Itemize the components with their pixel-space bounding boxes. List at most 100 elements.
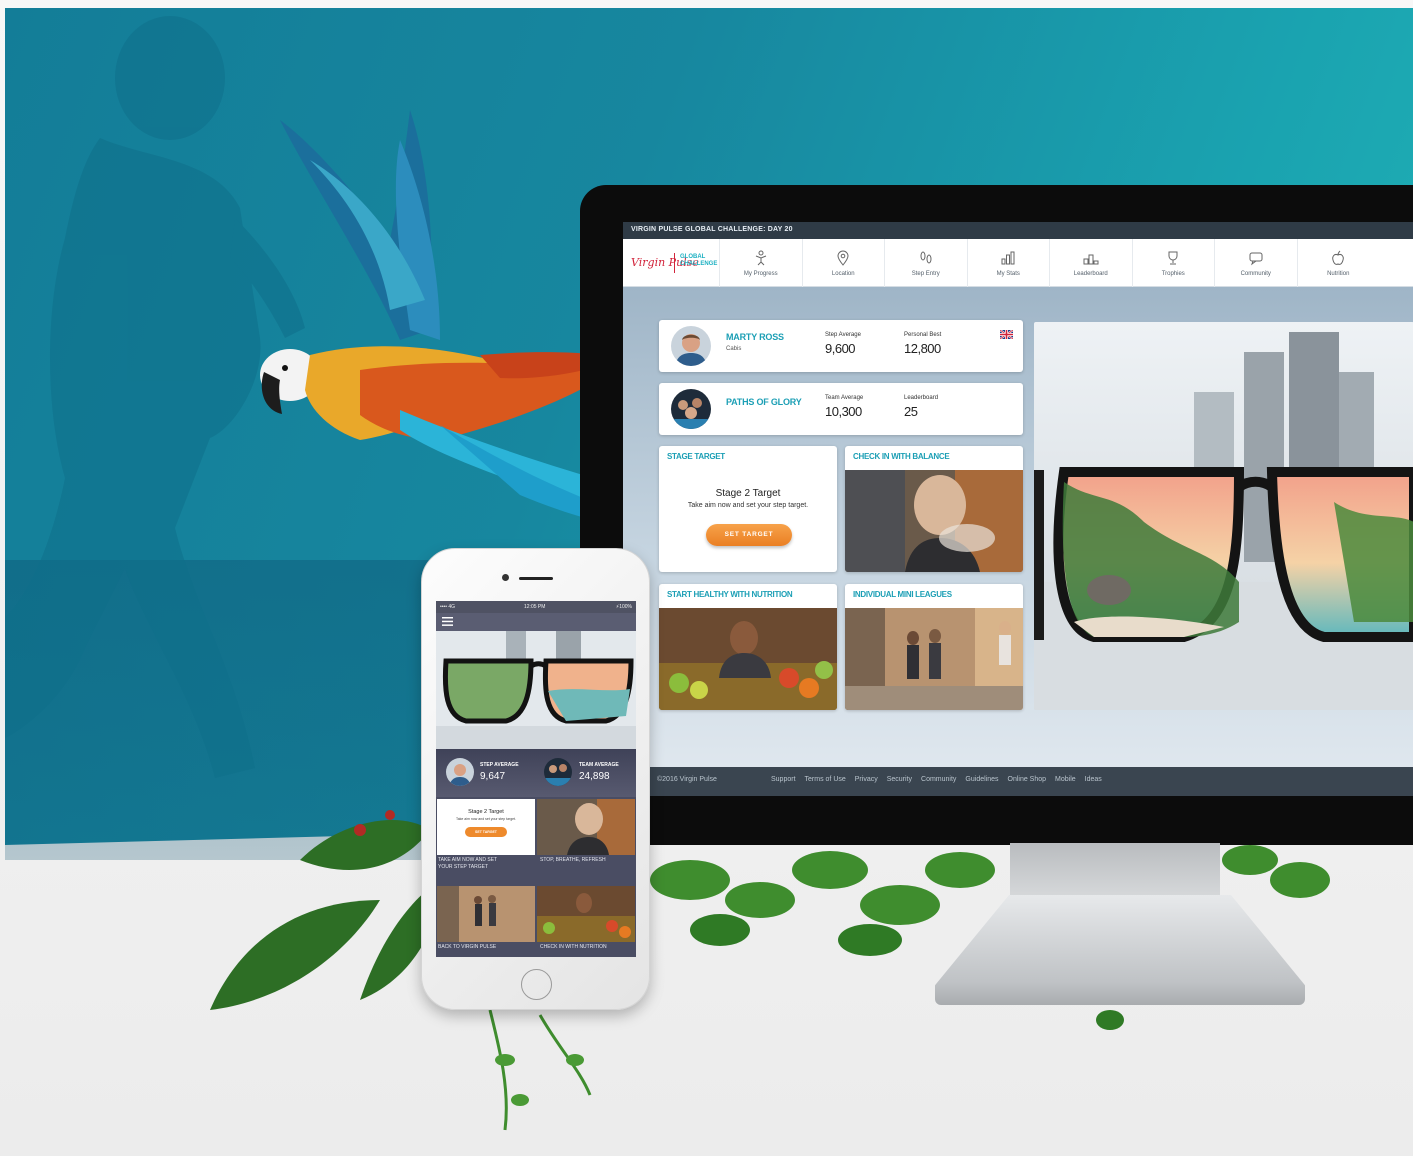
phone-target-subtext: Take aim now and set your step target. [455, 817, 517, 821]
monitor-stand-base [935, 895, 1305, 1005]
phone-caption-breathe: STOP, BREATHE, REFRESH [540, 857, 606, 863]
stage-target-tile: STAGE TARGET Stage 2 Target Take aim now… [659, 446, 837, 572]
phone-step-average-label: STEP AVERAGE [480, 762, 519, 768]
nav-trophies[interactable]: Trophies [1131, 239, 1215, 287]
leaderboard-value: 25 [904, 404, 918, 419]
tile-title: STAGE TARGET [667, 452, 725, 461]
main-navbar: Virgin Pulse GLOBAL CHALLENGE My Progres… [623, 239, 1413, 287]
stage-target-heading: Stage 2 Target [715, 488, 781, 499]
phone-team-average-label: TEAM AVERAGE [579, 762, 619, 768]
nav-label: Location [831, 271, 855, 277]
phone-status-bar: •••• 4G 12:05 PM ⚡100% [436, 601, 636, 613]
chat-bubble-icon [1249, 252, 1263, 266]
logo-line-1: GLOBAL [680, 254, 706, 260]
nav-label: Step Entry [911, 271, 940, 277]
nav-label: Nutrition [1327, 271, 1350, 277]
nav-label: Leaderboard [1073, 271, 1108, 277]
footer-copyright: ©2016 Virgin Pulse [657, 776, 717, 783]
marketing-scene: VIRGIN PULSE GLOBAL CHALLENGE: DAY 20 Vi… [0, 0, 1413, 1156]
stage-target-subtext: Take aim now and set your step target. [687, 502, 809, 509]
footer-link-mobile[interactable]: Mobile [1055, 776, 1076, 783]
trophy-icon [1168, 251, 1178, 265]
home-button[interactable] [521, 969, 552, 1000]
team-avatar [671, 389, 711, 429]
nav-my-stats[interactable]: My Stats [966, 239, 1050, 287]
phone-set-target-button[interactable]: SET TARGET [465, 827, 507, 837]
step-average-label: Step Average [825, 332, 861, 338]
apple-icon [1332, 250, 1344, 265]
front-camera [502, 574, 509, 581]
footer-link-privacy[interactable]: Privacy [855, 776, 878, 783]
logo-line-2: CHALLENGE [680, 261, 718, 267]
profile-card[interactable]: MARTY ROSS Cabis Step Average 9,600 Pers… [659, 320, 1023, 372]
phone-target-heading: Stage 2 Target [468, 809, 504, 815]
brand-logo[interactable]: Virgin Pulse GLOBAL CHALLENGE [631, 253, 717, 275]
tile-title: START HEALTHY WITH NUTRITION [667, 590, 793, 599]
footer-link-community[interactable]: Community [921, 776, 956, 783]
phone-user-avatar [446, 758, 474, 786]
phone-step-average-value: 9,647 [480, 771, 506, 782]
nav-my-progress[interactable]: My Progress [719, 239, 802, 287]
earpiece-speaker [519, 577, 553, 580]
nav-community[interactable]: Community [1214, 239, 1297, 287]
user-avatar [671, 326, 711, 366]
step-average-value: 9,600 [825, 341, 856, 356]
caption-line-2: YOUR STEP TARGET [438, 864, 489, 870]
phone-caption-nutrition: CHECK IN WITH NUTRITION [540, 944, 607, 950]
footer-link-online-shop[interactable]: Online Shop [1008, 776, 1047, 783]
team-average-value: 10,300 [825, 404, 862, 419]
team-average-label: Team Average [825, 395, 864, 401]
phone-caption-back: BACK TO VIRGIN PULSE [438, 944, 497, 950]
footer-links: Support Terms of Use Privacy Security Co… [771, 776, 1111, 783]
leaderboard-label: Leaderboard [904, 395, 939, 401]
balance-tile[interactable]: CHECK IN WITH BALANCE [845, 446, 1023, 572]
nav-step-entry[interactable]: Step Entry [884, 239, 967, 287]
nav-label: Community [1240, 271, 1271, 277]
site-footer: ©2016 Virgin Pulse Support Terms of Use … [623, 767, 1413, 796]
nav-leaderboard[interactable]: Leaderboard [1049, 239, 1132, 287]
dashboard-content: MARTY ROSS Cabis Step Average 9,600 Pers… [623, 287, 1413, 767]
mini-leagues-tile[interactable]: INDIVIDUAL MINI LEAGUES [845, 584, 1023, 710]
signal-indicator: •••• 4G [440, 604, 456, 610]
phone-team-avatar [544, 758, 572, 786]
footer-link-support[interactable]: Support [771, 776, 796, 783]
caption-line-1: TAKE AIM NOW AND SET [438, 857, 498, 863]
user-name: MARTY ROSS [726, 332, 784, 342]
battery-indicator: ⚡100% [615, 604, 632, 610]
tile-title: INDIVIDUAL MINI LEAGUES [853, 590, 952, 599]
status-time: 12:05 PM [524, 604, 546, 610]
hamburger-menu-icon[interactable] [442, 617, 453, 626]
footer-link-terms[interactable]: Terms of Use [805, 776, 846, 783]
phone-stats-strip: STEP AVERAGE 9,647 TEAM AVERAGE 24,898 [436, 749, 636, 797]
nav-label: Trophies [1161, 271, 1185, 277]
phone-glasses-hero [436, 631, 636, 749]
team-card[interactable]: PATHS OF GLORY Team Average 10,300 Leade… [659, 383, 1023, 435]
mini-leagues-photo [845, 608, 1023, 710]
footer-link-guidelines[interactable]: Guidelines [965, 776, 998, 783]
nav-location[interactable]: Location [801, 239, 885, 287]
balance-photo [845, 470, 1023, 572]
phone-running-photo[interactable] [437, 886, 535, 942]
phone-app-header [436, 613, 636, 631]
nav-label: My Progress [743, 271, 778, 277]
phone-breathe-photo[interactable] [537, 799, 635, 855]
phone-nutrition-photo[interactable] [537, 886, 635, 942]
personal-best-label: Personal Best [904, 332, 942, 338]
footer-link-ideas[interactable]: Ideas [1085, 776, 1102, 783]
set-target-button[interactable]: SET TARGET [706, 524, 792, 546]
global-challenge-logo: GLOBAL CHALLENGE [680, 254, 717, 268]
nutrition-tile[interactable]: START HEALTHY WITH NUTRITION [659, 584, 837, 710]
user-subtitle: Cabis [726, 346, 742, 352]
team-name: PATHS OF GLORY [726, 397, 802, 407]
phone-stage-target-card: Stage 2 Target Take aim now and set your… [437, 799, 535, 855]
bar-chart-icon [1001, 251, 1015, 265]
nutrition-photo [659, 608, 837, 710]
tile-title: CHECK IN WITH BALANCE [853, 452, 950, 461]
phone-caption-set-target: TAKE AIM NOW AND SET YOUR STEP TARGET [438, 857, 497, 871]
desktop-screen: VIRGIN PULSE GLOBAL CHALLENGE: DAY 20 Vi… [623, 222, 1413, 796]
trophy-figure-icon [755, 250, 766, 266]
footsteps-icon [920, 251, 932, 264]
monitor-stand-neck [1010, 843, 1220, 903]
nav-nutrition[interactable]: Nutrition [1296, 239, 1380, 287]
footer-link-security[interactable]: Security [887, 776, 912, 783]
